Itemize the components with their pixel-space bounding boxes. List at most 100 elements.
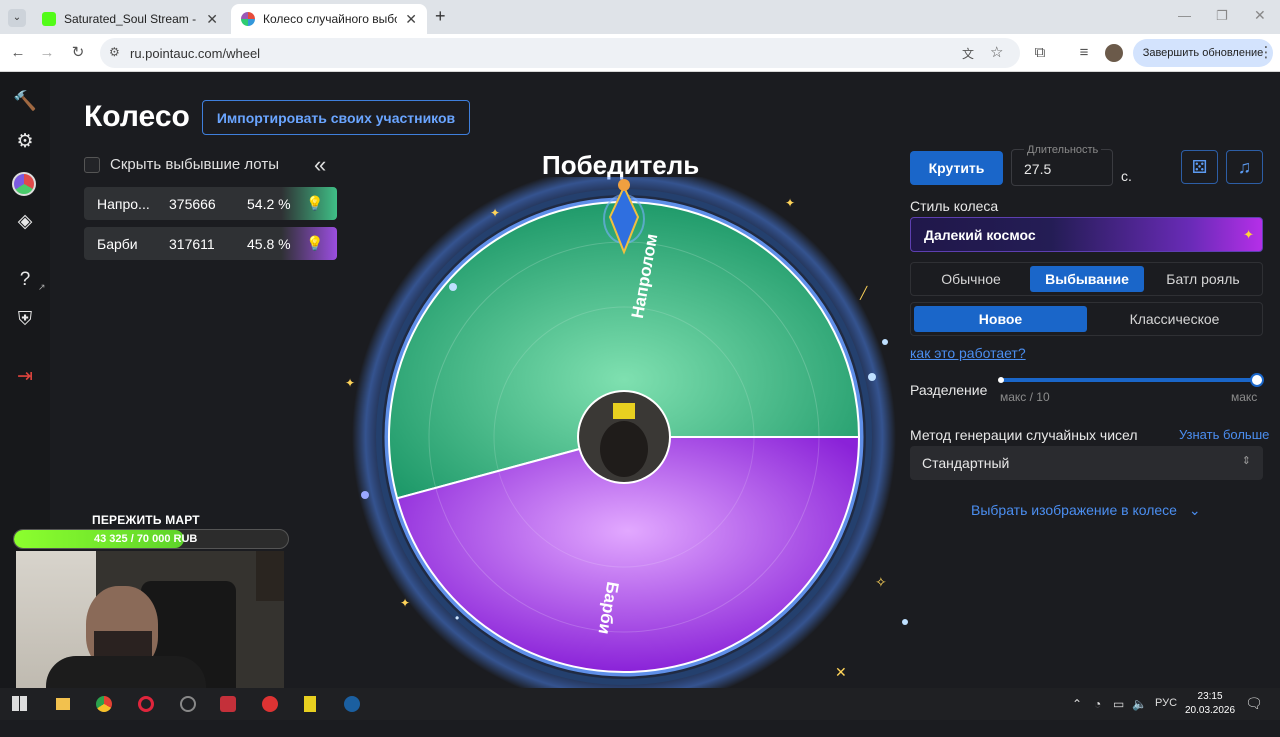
spin-button[interactable]: Крутить <box>910 151 1003 185</box>
rng-method-value: Стандартный <box>922 455 1010 471</box>
opera-icon[interactable] <box>138 696 154 712</box>
tray-chevron-icon[interactable]: ⌃ <box>1072 697 1082 711</box>
app-red-icon[interactable] <box>220 696 236 712</box>
battery-icon[interactable]: ▭ <box>1113 697 1124 711</box>
steam-icon[interactable] <box>344 696 360 712</box>
back-icon[interactable]: ← <box>8 43 28 63</box>
learn-more-link[interactable]: Узнать больше <box>1179 427 1269 442</box>
how-it-works-link[interactable]: как это работает? <box>910 345 1026 361</box>
variant-segmented-control: Новое Классическое <box>910 302 1263 336</box>
chevron-down-icon: ⌄ <box>1188 502 1201 518</box>
collapse-panel-button[interactable]: « <box>314 152 326 178</box>
site-settings-icon[interactable]: ⚙ <box>109 45 120 59</box>
webcam-overlay <box>16 551 284 701</box>
split-slider-thumb[interactable] <box>1250 373 1264 387</box>
duration-value: 27.5 <box>1024 161 1052 177</box>
volume-icon[interactable]: 🔈 <box>1132 697 1147 711</box>
app-record-icon[interactable] <box>262 696 278 712</box>
extensions-icon[interactable]: ⧉ <box>1030 43 1050 63</box>
wheel-nav-icon[interactable] <box>12 172 36 196</box>
tab-title: Колесо случайного выбора – Р <box>263 12 397 26</box>
wheel-style-select[interactable]: Далекий космос ✦ <box>910 217 1263 252</box>
mode-option-battle-royale[interactable]: Батл рояль <box>1146 266 1260 292</box>
split-slider-min-dot <box>998 377 1004 383</box>
tab-search-icon[interactable]: ⌄ <box>8 9 26 27</box>
lot-amount: 375666 <box>169 195 216 212</box>
profile-avatar[interactable] <box>1105 44 1123 62</box>
tab-wheel[interactable]: Колесо случайного выбора – Р ✕ <box>231 4 427 34</box>
mode-segmented-control: Обычное Выбывание Батл рояль <box>910 262 1263 296</box>
gavel-icon[interactable]: 🔨 <box>13 90 37 114</box>
music-note-icon[interactable]: ♫ <box>1226 150 1263 184</box>
url-text: ru.pointauc.com/wheel <box>130 45 261 61</box>
sparkle-icon: ✦ <box>1243 227 1254 242</box>
notifications-icon[interactable]: 🗨 <box>1245 695 1263 712</box>
forward-icon[interactable]: → <box>37 43 57 63</box>
lot-percent: 54.2 % <box>247 195 291 212</box>
svg-text:✦: ✦ <box>345 376 355 390</box>
new-tab-button[interactable]: + <box>435 6 446 27</box>
bookmark-star-icon[interactable]: ☆ <box>990 43 1003 61</box>
import-participants-button[interactable]: Импортировать своих участников <box>202 100 470 135</box>
duration-unit: с. <box>1121 168 1132 184</box>
variant-option-new[interactable]: Новое <box>914 306 1087 332</box>
svg-text:✦: ✦ <box>490 206 500 220</box>
svg-text:✧: ✧ <box>875 574 887 590</box>
maximize-icon[interactable]: ❐ <box>1216 8 1228 24</box>
svg-text:✦: ✦ <box>785 196 795 210</box>
media-controls-icon[interactable]: ≡ <box>1074 43 1094 63</box>
duration-input[interactable]: Длительность 27.5 <box>1011 144 1113 186</box>
file-explorer-icon[interactable] <box>56 698 70 710</box>
shield-check-icon[interactable]: ⛨ <box>13 308 37 332</box>
webcam-poster <box>256 551 284 601</box>
close-window-icon[interactable]: ✕ <box>1254 7 1266 24</box>
split-slider-track[interactable] <box>1000 378 1258 382</box>
select-arrows-icon: ⇕ <box>1241 455 1251 467</box>
hide-eliminated-row[interactable]: Скрыть выбывшие лоты <box>84 156 279 173</box>
close-tab-icon[interactable]: ✕ <box>405 11 417 28</box>
wheel[interactable]: Напролом Барби ✦ ✦ ╱ ✦ ✧ ✕ ✦ • <box>320 177 925 737</box>
lot-row[interactable]: Барби 317611 45.8 % 💡 <box>84 227 337 260</box>
reload-icon[interactable]: ↻ <box>68 43 88 63</box>
windows-start-icon[interactable] <box>12 696 27 711</box>
svg-text:✦: ✦ <box>400 596 410 610</box>
lot-row[interactable]: Напро... 375666 54.2 % 💡 <box>84 187 337 220</box>
variant-option-classic[interactable]: Классическое <box>1088 306 1261 332</box>
dice-icon[interactable]: ⚄ <box>1181 150 1218 184</box>
center-avatar <box>579 392 669 482</box>
browser-tab-strip: ⌄ Saturated_Soul Stream - Watch ✕ Колесо… <box>0 0 1280 34</box>
minimize-icon[interactable]: — <box>1178 8 1191 23</box>
tab-stream[interactable]: Saturated_Soul Stream - Watch ✕ <box>32 4 228 34</box>
split-slider-max-label: макс <box>1231 390 1258 404</box>
mode-option-normal[interactable]: Обычное <box>914 266 1028 292</box>
help-icon[interactable]: ? <box>13 268 37 292</box>
lot-name: Напро... <box>97 195 150 212</box>
rng-method-select[interactable]: Стандартный ⇕ <box>910 446 1263 480</box>
address-bar[interactable]: ⚙ ru.pointauc.com/wheel 文 ☆ <box>100 38 1020 68</box>
app-icon[interactable] <box>180 696 196 712</box>
donation-goal-bar: 43 325 / 70 000 RUB <box>13 529 289 549</box>
lot-amount: 317611 <box>169 235 215 252</box>
choose-wheel-image-label: Выбрать изображение в колесе <box>971 502 1177 518</box>
duration-label: Длительность <box>1024 144 1102 156</box>
menu-dots-icon[interactable]: ⋮ <box>1256 43 1276 63</box>
network-icon[interactable]: ◔ <box>1094 697 1101 711</box>
app-yellow-icon[interactable] <box>304 696 316 712</box>
settings-gear-icon[interactable]: ⚙ <box>13 130 37 154</box>
logout-icon[interactable]: ⇥ <box>13 365 37 389</box>
chrome-icon[interactable] <box>96 696 112 712</box>
mode-option-elimination[interactable]: Выбывание <box>1030 266 1144 292</box>
finish-update-button[interactable]: Завершить обновление <box>1133 39 1273 67</box>
clock[interactable]: 23:15 20.03.2026 <box>1185 690 1235 718</box>
split-label: Разделение <box>910 382 988 398</box>
language-indicator[interactable]: РУС <box>1155 697 1177 709</box>
close-tab-icon[interactable]: ✕ <box>206 11 218 28</box>
rng-method-label: Метод генерации случайных чисел <box>910 427 1138 443</box>
choose-wheel-image-link[interactable]: Выбрать изображение в колесе ⌄ <box>971 502 1201 519</box>
layers-icon[interactable]: ◈ <box>13 210 37 234</box>
page-title: Колесо <box>84 100 190 133</box>
hide-eliminated-label: Скрыть выбывшие лоты <box>110 156 279 173</box>
hide-eliminated-checkbox[interactable] <box>84 156 100 173</box>
wheel-style-value: Далекий космос <box>924 226 1036 243</box>
translate-icon[interactable]: 文 <box>962 45 974 62</box>
